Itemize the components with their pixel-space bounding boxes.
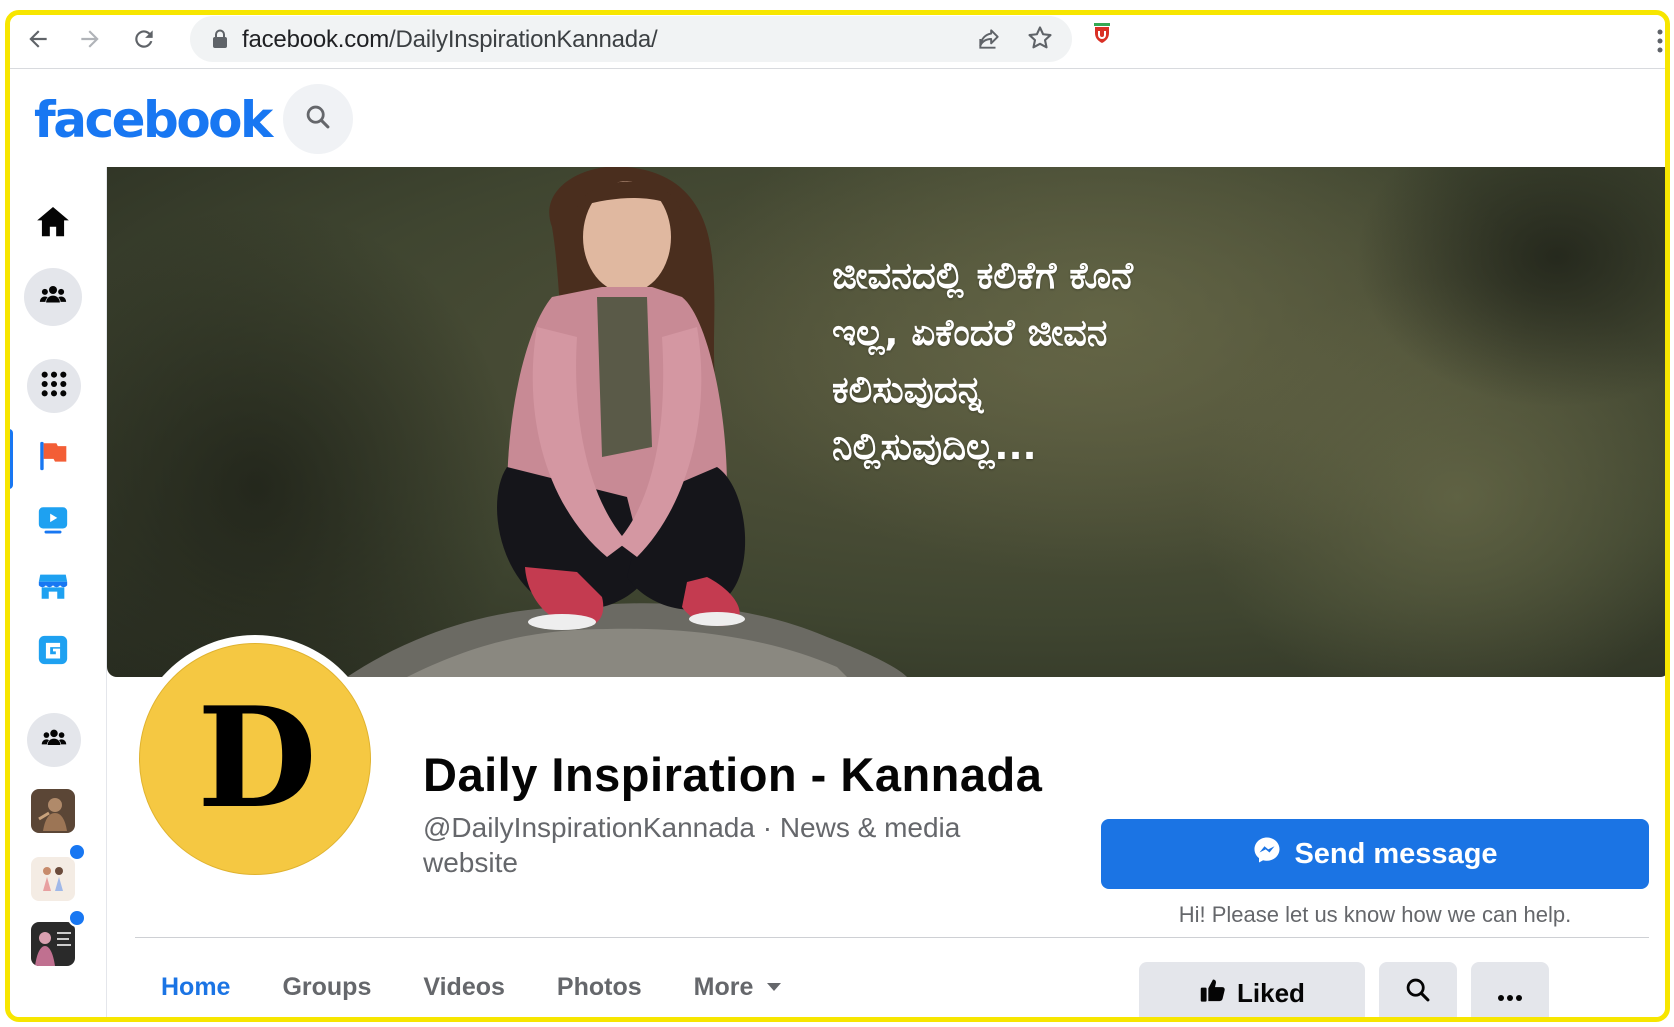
profile-picture[interactable]: D [131, 635, 379, 883]
facebook-header: facebook [10, 69, 1665, 167]
page-subtitle: @DailyInspirationKannada · News & media … [423, 812, 961, 878]
send-message-label: Send message [1294, 837, 1498, 870]
people-icon [38, 280, 68, 315]
bookmark-star-icon[interactable] [1026, 24, 1054, 57]
url-text: facebook.com/DailyInspirationKannada/ [242, 26, 658, 53]
gaming-icon [36, 633, 70, 672]
tab-home[interactable]: Home [135, 947, 256, 1017]
help-text: Hi! Please let us know how we can help. [1178, 902, 1572, 927]
liked-label: Liked [1237, 977, 1305, 1008]
nav-pages[interactable] [24, 429, 82, 487]
lock-icon [212, 29, 228, 54]
send-message-button[interactable]: Send message [1101, 819, 1649, 889]
people-icon [40, 724, 68, 757]
forward-arrow-icon[interactable] [74, 23, 106, 55]
back-arrow-icon[interactable] [22, 23, 54, 55]
page-tabs: Home Groups Videos Photos More [135, 947, 808, 1017]
shortcut-avatar-1[interactable] [31, 789, 75, 833]
nav-groups[interactable] [24, 268, 82, 326]
nav-home[interactable] [24, 195, 82, 253]
shortcut-avatar-2[interactable] [31, 857, 75, 901]
ellipsis-icon [1497, 978, 1523, 1009]
divider [135, 937, 1649, 938]
reload-icon[interactable] [128, 23, 160, 55]
nav-friends[interactable] [27, 713, 81, 767]
highlight-frame: facebook.com/DailyInspirationKannada/ fa… [5, 10, 1670, 1022]
cover-quote-text: ಜೀವನದಲ್ಲಿ ಕಲಿಕೆಗೆ ಕೊನೆ ಇಲ್ಲ, ಏಕೆಂದರೆ ಜೀವ… [832, 254, 1134, 468]
extension-shield-icon[interactable] [1090, 21, 1114, 50]
tab-photos[interactable]: Photos [531, 947, 668, 1017]
tab-more[interactable]: More [668, 947, 808, 1017]
browser-toolbar: facebook.com/DailyInspirationKannada/ [10, 15, 1665, 69]
storefront-icon [36, 569, 70, 608]
search-button[interactable] [283, 84, 353, 154]
tab-groups[interactable]: Groups [256, 947, 397, 1017]
browser-menu-icon[interactable] [1655, 27, 1665, 60]
messenger-icon [1252, 835, 1282, 873]
apps-grid-icon [40, 370, 68, 403]
tab-videos[interactable]: Videos [397, 947, 531, 1017]
active-indicator [10, 429, 13, 489]
nav-marketplace[interactable] [24, 559, 82, 617]
profile-logo: D [139, 643, 371, 875]
notification-dot [68, 909, 86, 927]
page-search-button[interactable] [1379, 962, 1457, 1017]
search-icon [304, 103, 332, 136]
cover-photo[interactable]: ಜೀವನದಲ್ಲಿ ಕಲಿಕೆಗೆ ಕೊನೆ ಇಲ್ಲ, ಏಕೆಂದರೆ ಜೀವ… [107, 167, 1665, 677]
notification-dot [68, 843, 86, 861]
home-icon [34, 203, 72, 246]
page-main: ಜೀವನದಲ್ಲಿ ಕಲಿಕೆಗೆ ಕೊನೆ ಇಲ್ಲ, ಏಕೆಂದರೆ ಜೀವ… [107, 167, 1665, 1017]
nav-gaming[interactable] [24, 623, 82, 681]
thumbs-up-icon [1199, 976, 1227, 1011]
flag-icon [36, 439, 70, 478]
nav-watch[interactable] [24, 493, 82, 551]
chevron-down-icon [767, 983, 782, 991]
left-navigation-rail [10, 167, 107, 1017]
facebook-logo[interactable]: facebook [34, 91, 273, 149]
address-bar[interactable]: facebook.com/DailyInspirationKannada/ [190, 16, 1072, 62]
search-icon [1404, 976, 1432, 1011]
profile-initial: D [197, 675, 317, 839]
page-title: Daily Inspiration - Kannada [423, 748, 1043, 801]
nav-menu[interactable] [27, 359, 81, 413]
more-options-button[interactable] [1471, 962, 1549, 1017]
share-icon[interactable] [976, 26, 1002, 57]
liked-button[interactable]: Liked [1139, 962, 1365, 1017]
shortcut-avatar-3[interactable] [31, 922, 75, 966]
video-play-icon [36, 503, 70, 542]
